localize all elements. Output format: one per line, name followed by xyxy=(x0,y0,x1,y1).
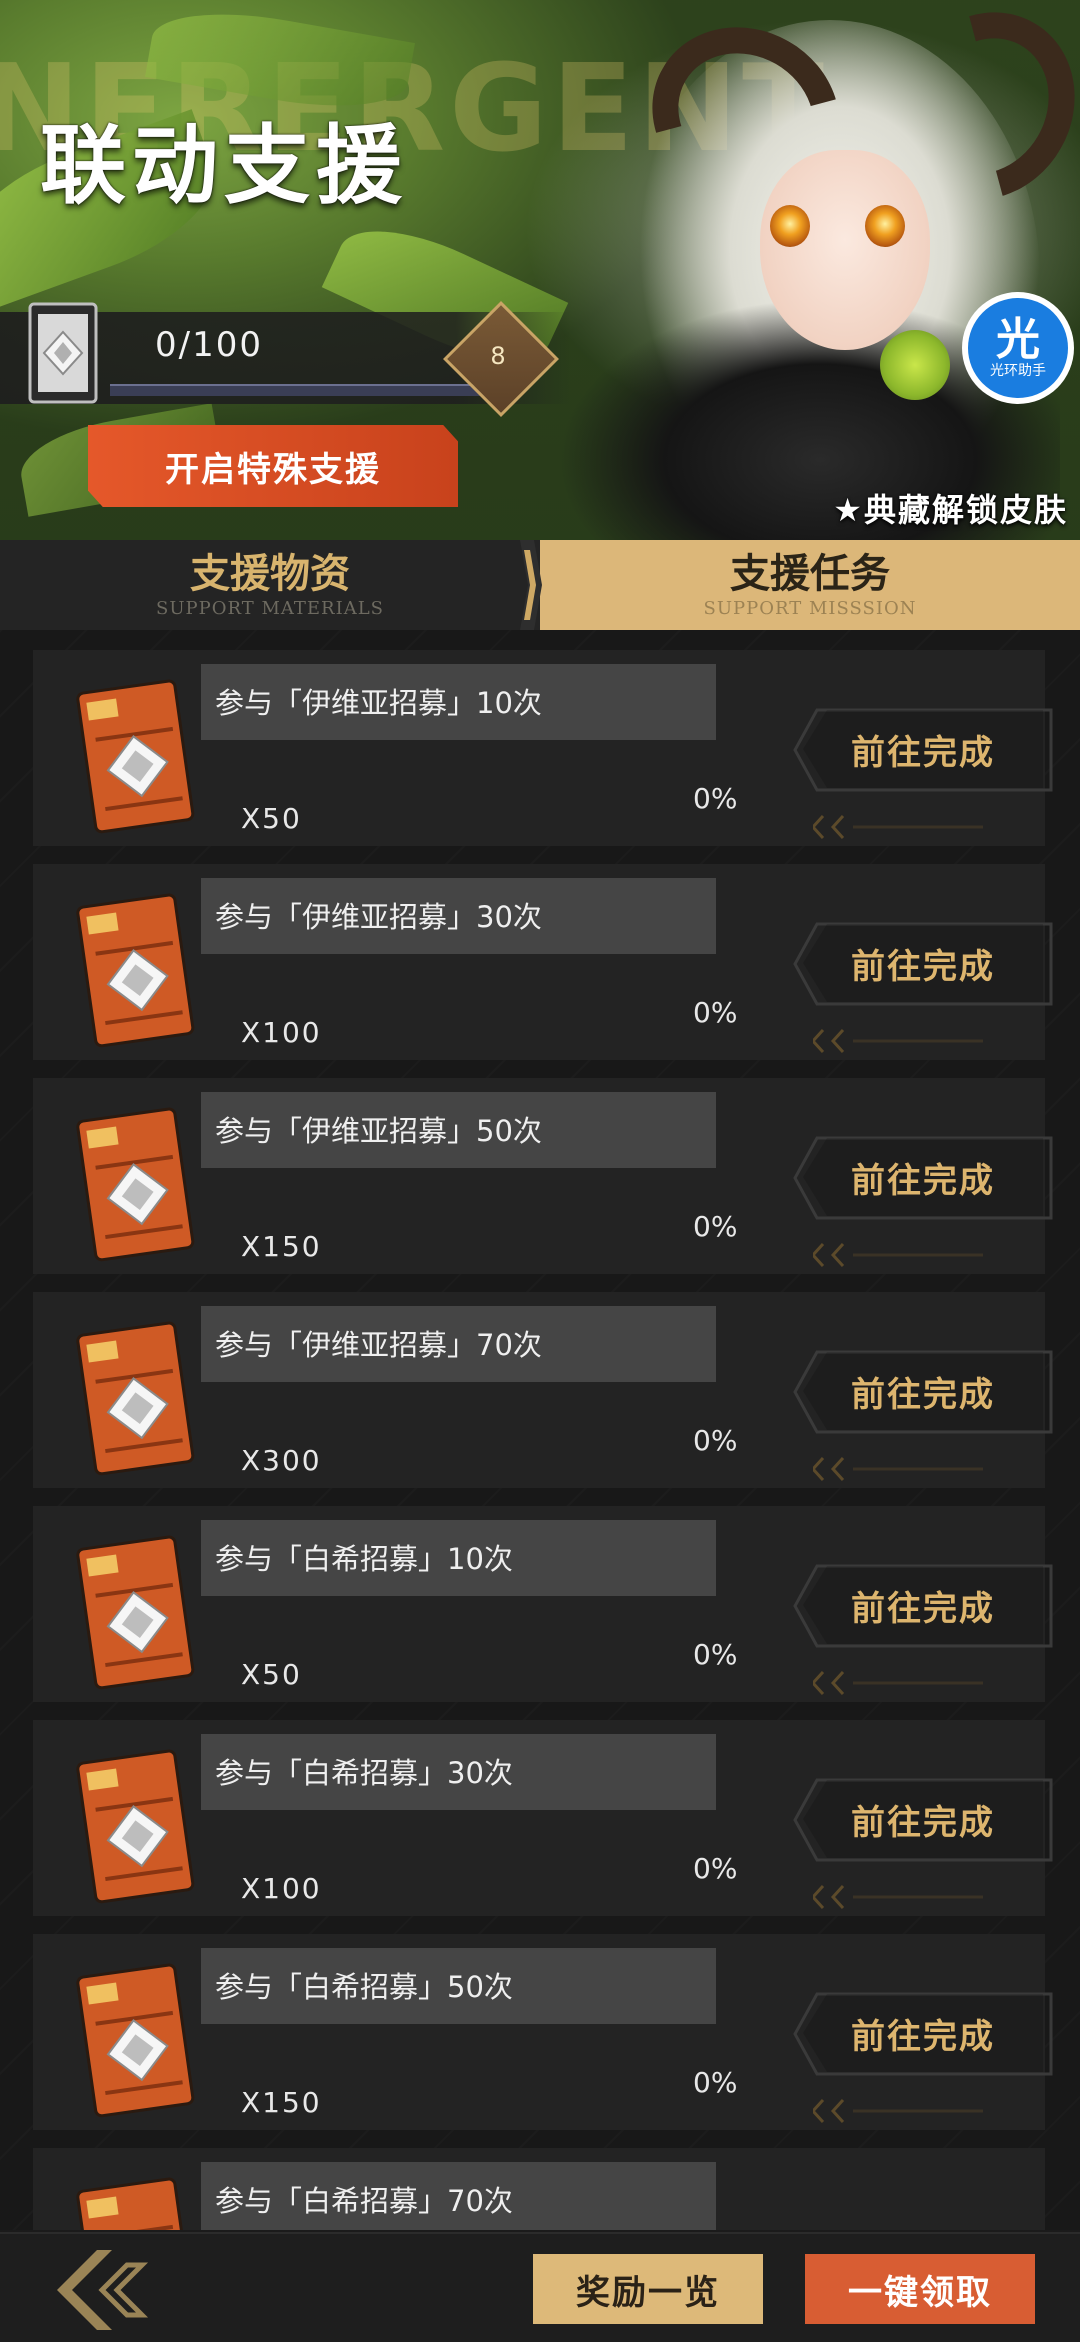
chevron-decoration xyxy=(813,814,983,840)
task-title: 参与「白希招募」50次 xyxy=(215,1970,513,2004)
skin-unlock-text: ★典藏解锁皮肤 xyxy=(833,491,1068,529)
tab-sublabel: SUPPORT MISSSION xyxy=(703,598,917,619)
task-title: 参与「白希招募」10次 xyxy=(215,1542,513,1576)
task-row: 参与「白希招募」70次 xyxy=(33,2148,1045,2230)
app-logo[interactable]: 光 光环助手 xyxy=(962,292,1074,404)
tab-bar: 支援物资 SUPPORT MATERIALS 支援任务 SUPPORT MISS… xyxy=(0,540,1080,633)
task-progress-percent: 0% xyxy=(693,1424,738,1457)
go-complete-button[interactable]: 前往完成 xyxy=(803,1994,1043,2072)
tab-label: 支援任务 xyxy=(730,551,890,597)
chevron-decoration xyxy=(813,1670,983,1696)
go-complete-button[interactable]: 前往完成 xyxy=(803,1138,1043,1216)
task-row: 参与「伊维亚招募」10次 X50 0% 前往完成 xyxy=(33,650,1053,846)
task-row: 参与「伊维亚招募」70次 X300 0% 前往完成 xyxy=(33,1292,1053,1488)
claim-all-button[interactable]: 一键领取 xyxy=(805,2254,1035,2324)
chevron-decoration xyxy=(813,1242,983,1268)
task-row: 参与「白希招募」50次 X150 0% 前往完成 xyxy=(33,1934,1053,2130)
task-title: 参与「伊维亚招募」70次 xyxy=(215,1328,542,1362)
go-complete-button[interactable]: 前往完成 xyxy=(803,924,1043,1002)
task-progress-percent: 0% xyxy=(693,1852,738,1885)
pass-card-icon xyxy=(76,893,195,1048)
go-complete-button[interactable]: 前往完成 xyxy=(803,1352,1043,1430)
task-progress-percent: 0% xyxy=(693,1638,738,1671)
task-title: 参与「白希招募」70次 xyxy=(215,2184,513,2218)
go-complete-button[interactable]: 前往完成 xyxy=(803,710,1043,788)
tab-label: 支援物资 xyxy=(190,551,350,597)
progress-bar xyxy=(110,384,490,396)
pass-card-icon xyxy=(76,2177,195,2230)
chevron-decoration xyxy=(813,2098,983,2124)
task-title: 参与「白希招募」30次 xyxy=(215,1756,513,1790)
task-reward-quantity: X50 xyxy=(241,1658,302,1691)
progress-count: 0/100 xyxy=(155,325,263,365)
task-row: 参与「白希招募」10次 X50 0% 前往完成 xyxy=(33,1506,1053,1702)
go-complete-button[interactable]: 前往完成 xyxy=(803,1566,1043,1644)
tab-divider xyxy=(520,540,542,630)
tab-support-mission[interactable]: 支援任务 SUPPORT MISSSION xyxy=(540,540,1080,630)
tab-support-materials[interactable]: 支援物资 SUPPORT MATERIALS xyxy=(0,540,540,633)
task-row: 参与「白希招募」30次 X100 0% 前往完成 xyxy=(33,1720,1053,1916)
chevron-decoration xyxy=(813,1028,983,1054)
task-row: 参与「伊维亚招募」50次 X150 0% 前往完成 xyxy=(33,1078,1053,1274)
task-progress-percent: 0% xyxy=(693,996,738,1029)
app-logo-char: 光 xyxy=(996,314,1040,365)
pass-card-icon xyxy=(76,1963,195,2118)
task-title: 参与「伊维亚招募」10次 xyxy=(215,686,542,720)
mission-list[interactable]: 参与「伊维亚招募」10次 X50 0% 前往完成 参与「伊维亚招募」30次 X100 0% 前… xyxy=(0,630,1080,2230)
level-value: 8 xyxy=(490,342,506,370)
chevron-decoration xyxy=(813,1456,983,1482)
app-logo-label: 光环助手 xyxy=(990,363,1046,379)
app-logo-inner: 光 光环助手 xyxy=(968,298,1068,398)
tab-sublabel: SUPPORT MATERIALS xyxy=(156,598,384,619)
task-reward-quantity: X100 xyxy=(241,1872,322,1905)
reward-overview-button[interactable]: 奖励一览 xyxy=(533,2254,763,2324)
flower-decoration xyxy=(880,330,950,400)
task-reward-quantity: X150 xyxy=(241,2086,322,2119)
page-title: 联动支援 xyxy=(40,116,408,216)
character-eye xyxy=(865,205,905,247)
task-title: 参与「伊维亚招募」50次 xyxy=(215,1114,542,1148)
task-reward-quantity: X50 xyxy=(241,802,302,835)
pass-card-icon xyxy=(76,1107,195,1262)
pass-card-icon xyxy=(76,1321,195,1476)
task-row: 参与「伊维亚招募」30次 X100 0% 前往完成 xyxy=(33,864,1053,1060)
open-special-support-button[interactable]: 开启特殊支援 xyxy=(88,425,458,507)
task-title: 参与「伊维亚招募」30次 xyxy=(215,900,542,934)
pass-card-icon xyxy=(76,1749,195,1904)
go-complete-button[interactable]: 前往完成 xyxy=(803,1780,1043,1858)
pass-card-icon xyxy=(76,679,195,834)
task-reward-quantity: X150 xyxy=(241,1230,322,1263)
task-progress-percent: 0% xyxy=(693,782,738,815)
chevron-decoration xyxy=(813,1884,983,1910)
back-icon[interactable] xyxy=(52,2245,162,2335)
event-banner: NERERGENT 联动支援 0/100 8 开启特殊支援 光 光环助手 ★典藏… xyxy=(0,0,1080,540)
character-face xyxy=(760,150,930,350)
pass-card-icon xyxy=(28,302,98,404)
task-reward-quantity: X300 xyxy=(241,1444,322,1477)
pass-card-icon xyxy=(76,1535,195,1690)
task-reward-quantity: X100 xyxy=(241,1016,322,1049)
task-progress-percent: 0% xyxy=(693,1210,738,1243)
task-progress-percent: 0% xyxy=(693,2066,738,2099)
character-eye xyxy=(770,205,810,247)
